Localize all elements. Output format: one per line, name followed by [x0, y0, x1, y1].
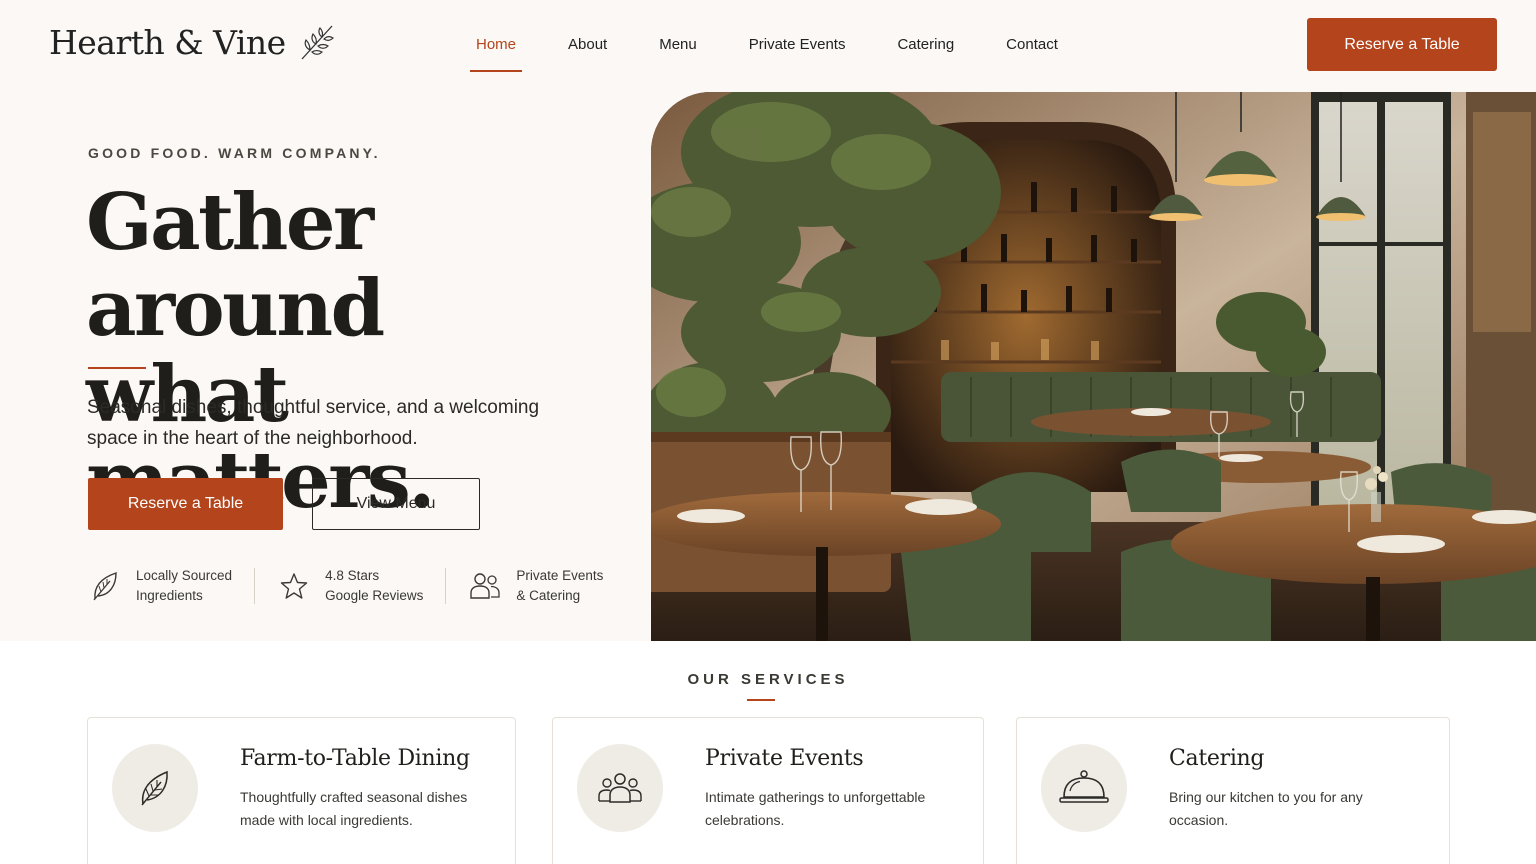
- nav-home[interactable]: Home: [450, 30, 542, 72]
- feature-events-line1: Private Events: [516, 568, 604, 583]
- nav-about[interactable]: About: [542, 30, 633, 66]
- service-icon-circle: [1041, 744, 1127, 832]
- hero-eyebrow: GOOD FOOD. WARM COMPANY.: [88, 145, 381, 161]
- main-nav: Home About Menu Private Events Catering …: [450, 30, 1084, 72]
- hero-title-line1: Gather around: [86, 177, 385, 354]
- feature-divider: [445, 568, 447, 604]
- services-section: OUR SERVICES Farm-to-Table Dining Though…: [0, 641, 1536, 864]
- service-title-catering: Catering: [1169, 746, 1265, 771]
- feature-local: Locally Sourced Ingredients: [88, 566, 232, 606]
- feature-local-text: Locally Sourced Ingredients: [136, 566, 232, 606]
- service-icon-circle: [112, 744, 198, 832]
- service-icon-circle: [577, 744, 663, 832]
- feature-local-line1: Locally Sourced: [136, 568, 233, 583]
- feature-local-line2: Ingredients: [136, 588, 203, 603]
- feature-rating: 4.8 Stars Google Reviews: [277, 566, 423, 606]
- services-heading: OUR SERVICES: [687, 671, 849, 688]
- service-title-dining: Farm-to-Table Dining: [240, 746, 470, 771]
- view-menu-button[interactable]: View Menu: [312, 478, 480, 530]
- feature-divider: [254, 568, 256, 604]
- hero-reserve-button[interactable]: Reserve a Table: [88, 478, 283, 530]
- service-desc-catering: Bring our kitchen to you for any occasio…: [1169, 789, 1363, 828]
- leaf-icon: [93, 572, 117, 601]
- nav-contact[interactable]: Contact: [980, 30, 1084, 66]
- group-icon: [598, 773, 642, 803]
- logo[interactable]: Hearth & Vine: [49, 22, 336, 62]
- nav-catering[interactable]: Catering: [871, 30, 980, 66]
- service-title-private-events: Private Events: [705, 746, 864, 771]
- olive-branch-icon: [301, 25, 334, 60]
- hero-subtitle: Seasonal dishes, thoughtful service, and…: [87, 397, 540, 449]
- feature-rating-line2: Google Reviews: [325, 588, 424, 603]
- feature-events: Private Events & Catering: [468, 566, 603, 606]
- feature-rating-line1: 4.8 Stars: [325, 568, 380, 583]
- header-reserve-button[interactable]: Reserve a Table: [1307, 18, 1497, 71]
- nav-menu[interactable]: Menu: [633, 30, 723, 66]
- feature-rating-text: 4.8 Stars Google Reviews: [325, 566, 423, 606]
- hero-title: Gather around what matters.: [86, 180, 646, 524]
- feature-events-text: Private Events & Catering: [516, 566, 603, 606]
- restaurant-interior-illustration: [651, 92, 1536, 641]
- service-card-dining[interactable]: Farm-to-Table Dining Thoughtfully crafte…: [87, 717, 516, 864]
- leaf-icon: [141, 770, 168, 806]
- service-card-catering[interactable]: Catering Bring our kitchen to you for an…: [1016, 717, 1450, 864]
- logo-text: Hearth & Vine: [49, 22, 286, 62]
- hero-features: Locally Sourced Ingredients 4.8 Stars Go…: [88, 566, 603, 606]
- hero-divider: [88, 367, 146, 369]
- site-header: Hearth & Vine Home About Menu Private Ev…: [0, 0, 1536, 92]
- star-icon: [280, 573, 308, 599]
- restaurant-interior-photo: [651, 92, 1536, 641]
- feature-events-line2: & Catering: [516, 588, 581, 603]
- nav-private-events[interactable]: Private Events: [723, 30, 872, 66]
- service-card-private-events[interactable]: Private Events Intimate gatherings to un…: [552, 717, 984, 864]
- service-desc-dining: Thoughtfully crafted seasonal dishes mad…: [240, 789, 468, 828]
- services-divider: [747, 699, 775, 701]
- service-desc-private-events: Intimate gatherings to unforgettable cel…: [705, 789, 926, 828]
- cloche-icon: [1059, 770, 1109, 803]
- people-icon: [470, 573, 501, 599]
